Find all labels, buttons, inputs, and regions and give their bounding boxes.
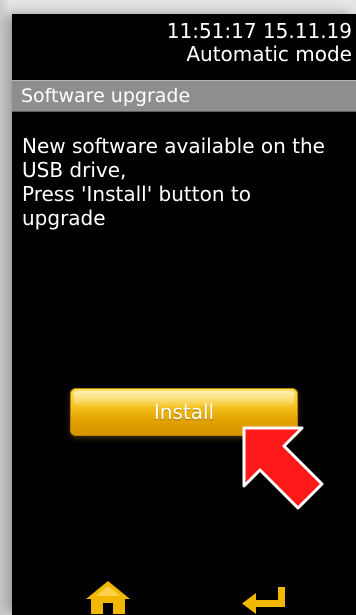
operating-mode: Automatic mode bbox=[186, 42, 352, 66]
device-screen: 11:51:17 15.11.19 Automatic mode Softwar… bbox=[12, 14, 356, 615]
message-line: New software available on the bbox=[22, 134, 325, 158]
message-line: USB drive, bbox=[22, 158, 127, 182]
status-area: 11:51:17 15.11.19 Automatic mode bbox=[12, 14, 352, 80]
enter-icon[interactable] bbox=[240, 585, 288, 615]
pointer-arrow-icon bbox=[242, 426, 324, 510]
home-icon[interactable] bbox=[84, 579, 132, 615]
message-line: Press 'Install' button to bbox=[22, 182, 251, 206]
page-title: Software upgrade bbox=[21, 85, 191, 107]
page-title-bar: Software upgrade bbox=[12, 80, 356, 112]
clock-datetime: 11:51:17 15.11.19 bbox=[166, 19, 352, 43]
message-line: upgrade bbox=[22, 206, 106, 230]
upgrade-message: New software available on the USB drive,… bbox=[22, 134, 352, 230]
